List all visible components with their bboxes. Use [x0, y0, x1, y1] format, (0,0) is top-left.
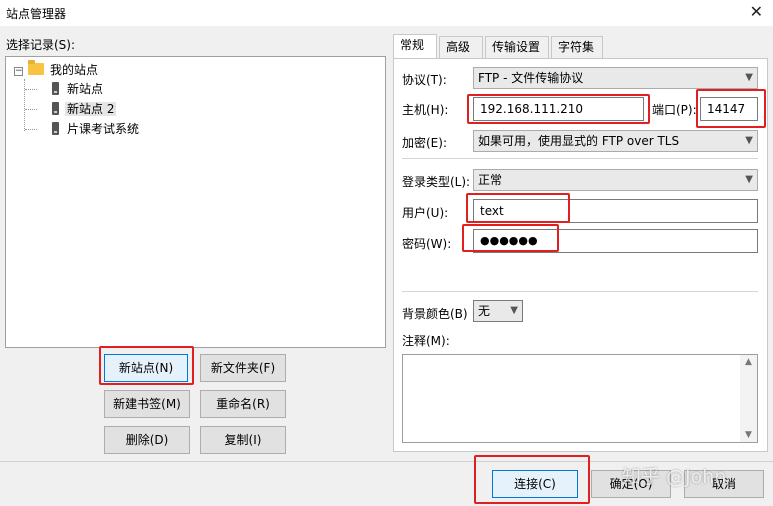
password-input[interactable]: ●●●●●●: [473, 229, 758, 253]
chevron-down-icon: ▼: [745, 135, 753, 146]
connect-button[interactable]: 连接(C): [492, 470, 578, 498]
new-bookmark-button[interactable]: 新建书签(M): [104, 390, 190, 418]
server-icon: [52, 82, 59, 95]
cancel-button[interactable]: 取消: [684, 470, 764, 498]
background-color-label: 背景颜色(B): [402, 307, 468, 321]
site-tree[interactable]: − 我的站点 新站点 新站点 2 片课考试系统: [5, 56, 386, 348]
protocol-select[interactable]: FTP - 文件传输协议 ▼: [473, 67, 758, 89]
background-color-value: 无: [478, 304, 491, 318]
tree-guide: [25, 89, 37, 90]
scroll-up-icon[interactable]: ▲: [740, 357, 757, 367]
select-entry-label: 选择记录(S):: [6, 38, 76, 52]
title-bar: 站点管理器 ✕: [0, 0, 773, 26]
logon-type-label: 登录类型(L):: [402, 175, 471, 189]
window-title: 站点管理器: [6, 7, 67, 21]
protocol-label: 协议(T):: [402, 73, 447, 87]
divider: [402, 158, 758, 159]
chevron-down-icon: ▼: [745, 174, 753, 185]
port-input[interactable]: 14147: [700, 97, 758, 121]
password-label: 密码(W):: [402, 237, 452, 251]
ok-button[interactable]: 确定(O): [591, 470, 671, 498]
logon-type-select[interactable]: 正常 ▼: [473, 169, 758, 191]
server-icon: [52, 122, 59, 135]
tree-item-exam-system[interactable]: 片课考试系统: [52, 120, 141, 138]
comments-textarea[interactable]: ▲ ▼: [402, 354, 758, 443]
host-input[interactable]: 192.168.111.210: [473, 97, 644, 121]
tree-root[interactable]: 我的站点: [28, 60, 100, 79]
tree-item-site-1[interactable]: 新站点: [52, 80, 105, 98]
tree-item-label: 新站点: [67, 82, 104, 96]
server-icon: [52, 102, 59, 115]
logon-type-value: 正常: [478, 173, 503, 187]
tab-general[interactable]: 常规: [393, 34, 437, 58]
new-folder-button[interactable]: 新文件夹(F): [200, 354, 286, 382]
copy-button[interactable]: 复制(I): [200, 426, 286, 454]
protocol-value: FTP - 文件传输协议: [478, 71, 584, 85]
tree-guide: [24, 79, 25, 131]
host-label: 主机(H):: [402, 103, 449, 117]
tab-transfer-settings[interactable]: 传输设置: [485, 36, 549, 58]
rename-button[interactable]: 重命名(R): [200, 390, 286, 418]
tree-item-label: 片课考试系统: [67, 122, 140, 136]
scroll-down-icon[interactable]: ▼: [740, 430, 757, 440]
comments-label: 注释(M):: [402, 334, 450, 348]
tree-item-label: 新站点 2: [65, 102, 117, 116]
tree-root-label: 我的站点: [50, 63, 99, 77]
port-label: 端口(P):: [652, 103, 697, 117]
chevron-down-icon: ▼: [745, 72, 753, 83]
tab-advanced[interactable]: 高级: [439, 36, 483, 58]
folder-icon: [28, 60, 44, 75]
background-color-select[interactable]: 无 ▼: [473, 300, 523, 322]
encryption-value: 如果可用，使用显式的 FTP over TLS: [478, 134, 680, 148]
user-input[interactable]: text: [473, 199, 758, 223]
footer-divider: [0, 461, 773, 462]
chevron-down-icon: ▼: [510, 305, 518, 316]
scrollbar[interactable]: ▲ ▼: [740, 355, 757, 442]
user-label: 用户(U):: [402, 206, 449, 220]
tab-charset[interactable]: 字符集: [551, 36, 603, 58]
delete-button[interactable]: 删除(D): [104, 426, 190, 454]
tree-guide: [25, 129, 37, 130]
tree-item-site-2[interactable]: 新站点 2: [52, 100, 117, 118]
encryption-select[interactable]: 如果可用，使用显式的 FTP over TLS ▼: [473, 130, 758, 152]
encryption-label: 加密(E):: [402, 136, 447, 150]
close-icon[interactable]: ✕: [750, 2, 763, 21]
new-site-button[interactable]: 新站点(N): [104, 354, 188, 382]
collapse-icon[interactable]: −: [14, 67, 23, 76]
tree-guide: [25, 109, 37, 110]
divider: [402, 291, 758, 292]
